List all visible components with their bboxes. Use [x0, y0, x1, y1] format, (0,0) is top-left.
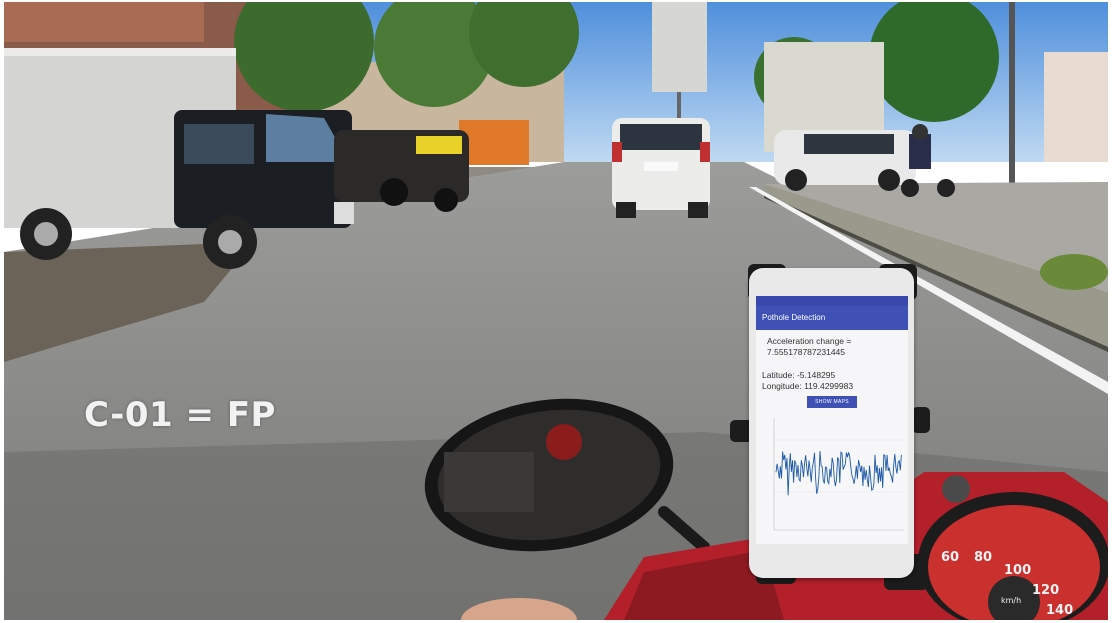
svg-text:60: 60 [941, 550, 959, 565]
status-bar [756, 296, 908, 306]
phone-screen: Pothole Detection Acceleration change = … [756, 296, 908, 544]
svg-text:140: 140 [1046, 603, 1073, 618]
acceleration-chart [760, 408, 906, 542]
frame-label: C-01 = FP [84, 395, 276, 435]
svg-text:80: 80 [974, 550, 992, 565]
svg-text:100: 100 [1004, 563, 1031, 578]
app-title: Pothole Detection [756, 306, 908, 330]
acceleration-signal-plot [760, 408, 906, 542]
street-scene: 60 80 100 120 140 km/h C-01 = FP [4, 2, 1108, 620]
longitude-text: Longitude: 119.4299983 [762, 381, 854, 391]
svg-text:km/h: km/h [1001, 596, 1021, 605]
app-body: Acceleration change = 7.555178787231445 … [756, 330, 908, 409]
acceleration-value: 7.555178787231445 [767, 347, 845, 357]
svg-text:120: 120 [1032, 583, 1059, 598]
latitude-text: Latitude: -5.148295 [762, 370, 836, 380]
street-background: 60 80 100 120 140 km/h [4, 2, 1108, 620]
acceleration-label: Acceleration change = [767, 336, 852, 346]
